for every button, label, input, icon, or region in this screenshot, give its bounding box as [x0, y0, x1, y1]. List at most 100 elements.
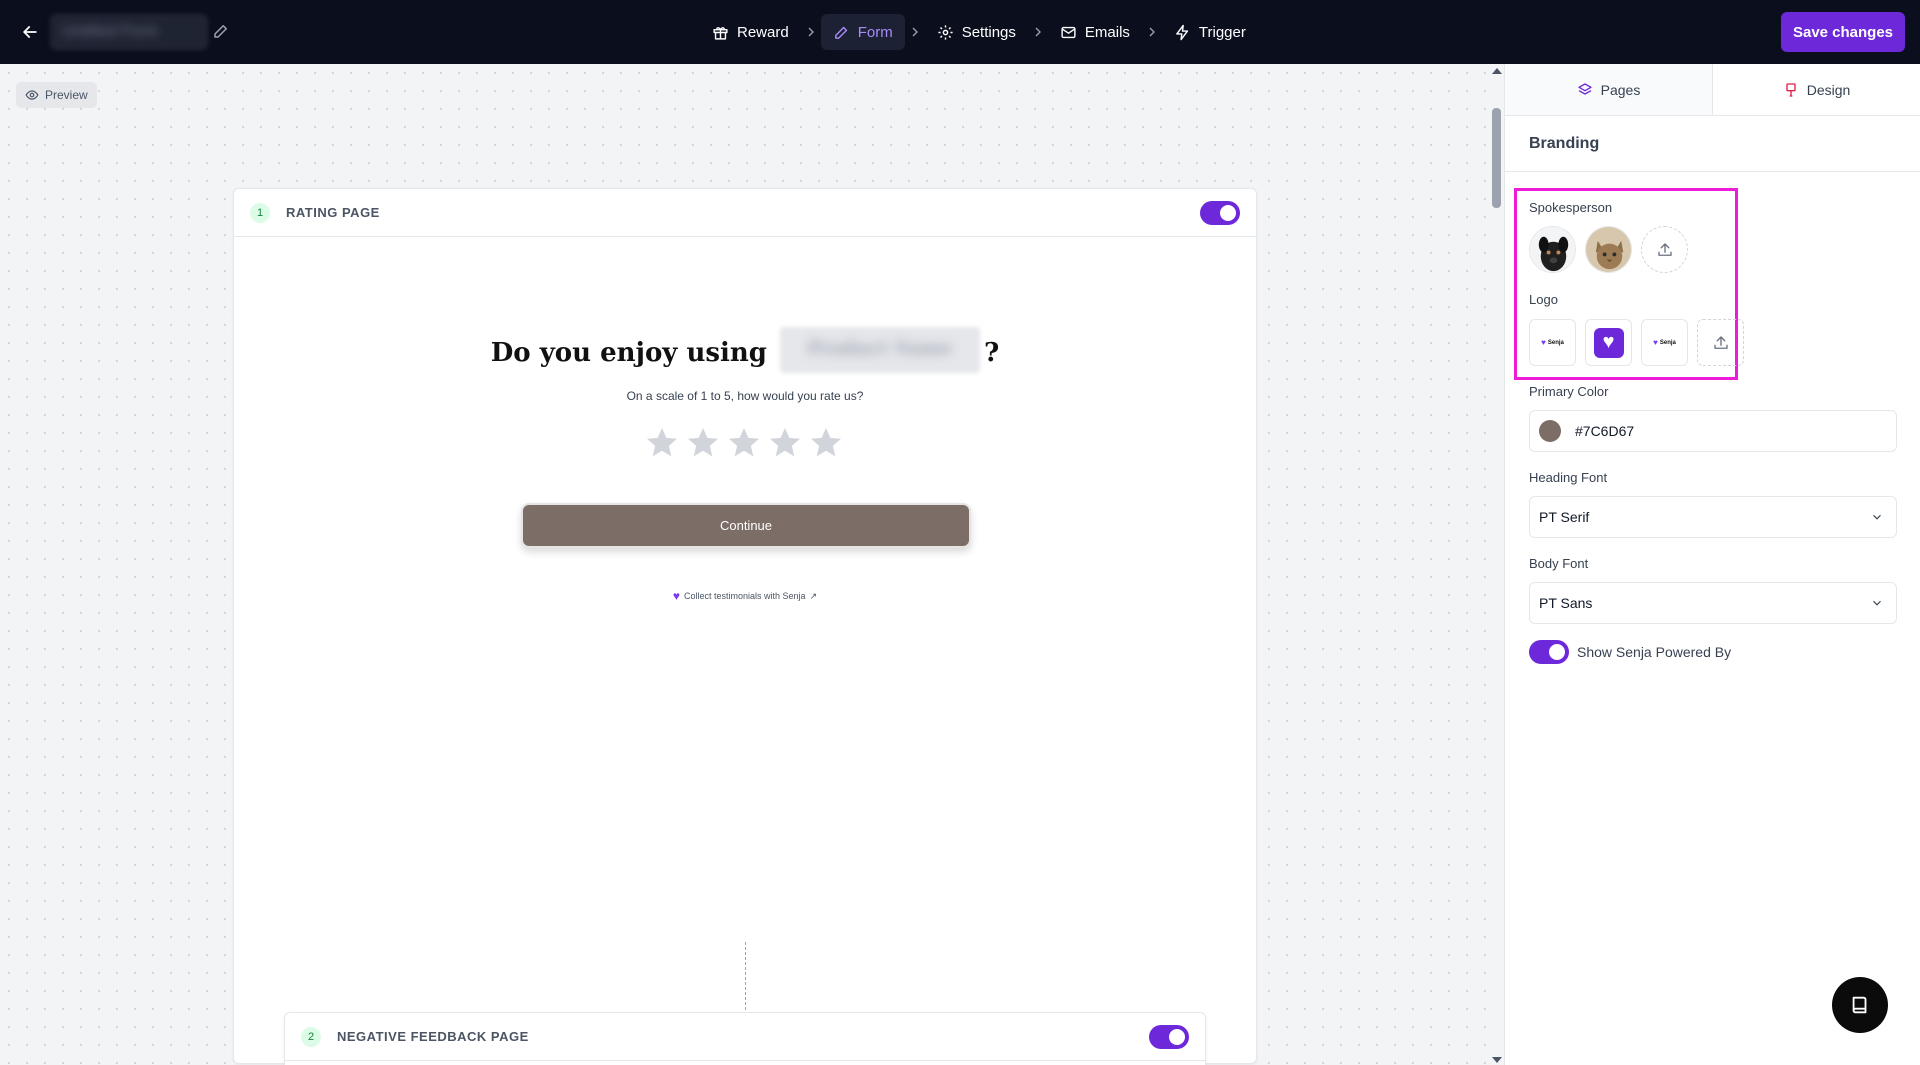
logo-option-wordmark[interactable]: ♥ Senja — [1529, 319, 1576, 366]
mail-icon — [1061, 26, 1076, 38]
primary-color-input[interactable]: #7C6D67 — [1529, 410, 1897, 452]
avatar-cat[interactable] — [1585, 226, 1632, 273]
page-connector — [745, 942, 746, 1010]
heading-font-select[interactable]: PT Serif — [1529, 496, 1897, 538]
step-form[interactable]: Form — [820, 14, 905, 50]
star-icon[interactable] — [685, 425, 721, 461]
step-label: Trigger — [1198, 23, 1246, 41]
powered-by-senja[interactable]: ♥ Collect testimonials with Senja ↗ — [234, 589, 1256, 603]
step-label: Settings — [961, 23, 1016, 41]
settings-panel: Pages Design Branding Spokesperson Logo … — [1504, 64, 1920, 1065]
logo-label: Logo — [1529, 292, 1558, 307]
star-icon[interactable] — [644, 425, 680, 461]
step-settings[interactable]: Settings — [925, 14, 1028, 50]
tab-label: Design — [1806, 81, 1851, 98]
help-book-icon[interactable] — [1832, 977, 1888, 1033]
upload-icon — [1657, 242, 1672, 256]
edit-title-icon[interactable] — [212, 22, 232, 42]
heading-font-label: Heading Font — [1529, 470, 1608, 485]
chevron-right-icon — [1035, 27, 1041, 37]
logo-option-wordmark-alt[interactable]: ♥ Senja — [1641, 319, 1688, 366]
scroll-up-icon[interactable] — [1492, 68, 1502, 74]
logo-option-heart[interactable]: ♥ — [1585, 319, 1632, 366]
eye-icon — [25, 90, 39, 100]
page-title: NEGATIVE FEEDBACK PAGE — [337, 1029, 529, 1044]
gift-icon — [713, 26, 728, 40]
rating-subtitle: On a scale of 1 to 5, how would you rate… — [626, 389, 864, 403]
chevron-right-icon — [808, 27, 814, 37]
page-card-header: 1 RATING PAGE — [234, 189, 1256, 237]
save-changes-button[interactable]: Save changes — [1781, 12, 1905, 52]
branding-section-title: Branding — [1505, 116, 1920, 172]
external-link-icon: ↗ — [809, 590, 818, 601]
star-icon[interactable] — [726, 425, 762, 461]
primary-color-label: Primary Color — [1529, 384, 1609, 399]
tab-label: Pages — [1600, 81, 1641, 98]
preview-label: Preview — [45, 88, 88, 102]
rating-page-card[interactable]: 1 RATING PAGE Do you enjoy using Product… — [233, 188, 1257, 1064]
logo-options: ♥ Senja ♥ ♥ Senja — [1529, 319, 1744, 366]
step-reward[interactable]: Reward — [700, 14, 801, 50]
avatar-dog[interactable] — [1529, 226, 1576, 273]
chevron-down-icon — [1873, 600, 1881, 606]
powered-text: Collect testimonials with Senja — [684, 591, 806, 601]
page-number-badge: 2 — [301, 1026, 321, 1047]
preview-button[interactable]: Preview — [16, 82, 97, 108]
step-label: Form — [857, 23, 893, 41]
upload-spokesperson-button[interactable] — [1641, 226, 1688, 273]
scroll-down-icon[interactable] — [1492, 1057, 1502, 1063]
bolt-icon — [1176, 24, 1189, 40]
senja-wordmark: ♥ Senja — [1541, 338, 1564, 347]
step-nav: Reward Form Settings Emails Trigger — [700, 14, 1258, 50]
tab-pages[interactable]: Pages — [1505, 64, 1713, 115]
top-bar: Untitled Form Reward Form Settings Email… — [0, 0, 1920, 64]
star-icon[interactable] — [808, 425, 844, 461]
senja-wordmark: ♥ Senja — [1653, 338, 1676, 347]
tab-design[interactable]: Design — [1713, 64, 1920, 115]
page-title: RATING PAGE — [286, 205, 380, 220]
color-swatch[interactable] — [1539, 420, 1561, 442]
spokesperson-options — [1529, 226, 1688, 273]
chevron-down-icon — [1873, 514, 1881, 520]
body-font-value: PT Sans — [1539, 595, 1593, 611]
negative-feedback-page-card[interactable]: 2 NEGATIVE FEEDBACK PAGE — [284, 1012, 1206, 1065]
paint-icon — [1786, 82, 1796, 97]
back-arrow-icon[interactable] — [18, 20, 42, 44]
page-enabled-toggle[interactable] — [1149, 1025, 1189, 1049]
scroll-thumb[interactable] — [1492, 108, 1501, 208]
heading-suffix: ? — [984, 338, 1000, 368]
continue-button[interactable]: Continue — [521, 503, 971, 548]
page-card-header: 2 NEGATIVE FEEDBACK PAGE — [285, 1013, 1205, 1061]
layers-icon — [1577, 82, 1592, 95]
rating-question-heading: Do you enjoy using Product Name? — [234, 327, 1256, 377]
upload-icon — [1713, 335, 1728, 349]
upload-logo-button[interactable] — [1697, 319, 1744, 366]
step-trigger[interactable]: Trigger — [1162, 14, 1258, 50]
step-emails[interactable]: Emails — [1048, 14, 1142, 50]
show-powered-by-label: Show Senja Powered By — [1577, 644, 1732, 660]
heart-icon: ♥ — [672, 589, 680, 603]
page-number-badge: 1 — [250, 202, 270, 223]
heading-font-value: PT Serif — [1539, 509, 1590, 525]
pencil-icon — [834, 26, 847, 39]
heart-logo-icon: ♥ — [1593, 327, 1624, 358]
gear-icon — [938, 24, 953, 40]
body-font-select[interactable]: PT Sans — [1529, 582, 1897, 624]
heading-text: Do you enjoy using — [490, 338, 767, 368]
step-label: Emails — [1084, 23, 1130, 41]
star-rating — [644, 425, 844, 461]
panel-tabs: Pages Design — [1505, 64, 1920, 116]
canvas-scrollbar[interactable] — [1490, 64, 1504, 1065]
step-label: Reward — [737, 23, 789, 41]
form-canvas: Preview 1 RATING PAGE Do you enjoy using… — [0, 64, 1490, 1065]
page-enabled-toggle[interactable] — [1200, 201, 1240, 225]
primary-color-value: #7C6D67 — [1575, 423, 1635, 439]
project-title[interactable]: Untitled Form — [50, 14, 208, 50]
star-icon[interactable] — [767, 425, 803, 461]
chevron-right-icon — [912, 27, 918, 37]
spokesperson-label: Spokesperson — [1529, 200, 1613, 215]
body-font-label: Body Font — [1529, 556, 1589, 571]
chevron-right-icon — [1149, 27, 1155, 37]
blurred-product-name: Product Name — [780, 327, 981, 373]
show-powered-by-toggle[interactable] — [1529, 640, 1569, 664]
